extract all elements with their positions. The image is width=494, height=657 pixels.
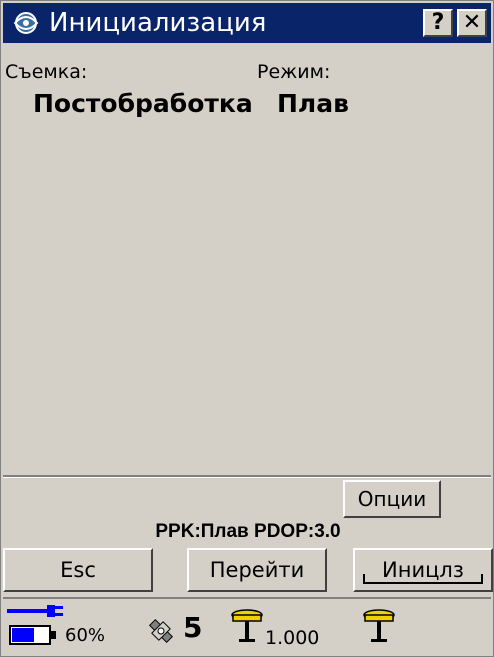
mode-label: Режим:	[257, 61, 331, 83]
survey-value: Постобработка	[33, 89, 253, 118]
app-icon	[13, 12, 39, 34]
title-bar: Инициализация ? ✕	[3, 3, 491, 43]
esc-button[interactable]: Esc	[3, 548, 153, 592]
antenna-status-icon	[363, 609, 395, 642]
init-button[interactable]: Иницлз	[353, 548, 493, 592]
antenna-height: 1.000	[265, 627, 320, 649]
go-button[interactable]: Перейти	[187, 548, 327, 592]
status-line: PPK:Плав PDOP:3.0	[155, 521, 341, 542]
status-bar: 60% 5 1.000	[3, 597, 491, 656]
divider	[3, 475, 491, 478]
power-plug-icon	[7, 605, 63, 617]
antenna-icon	[231, 609, 263, 642]
battery-percent: 60%	[65, 625, 106, 646]
mode-value: Плав	[277, 89, 349, 118]
content-area: Съемка: Постобработка Режим: Плав	[3, 45, 491, 474]
help-button[interactable]: ?	[423, 9, 453, 37]
battery-icon	[9, 625, 56, 645]
satellite-count: 5	[183, 611, 203, 644]
options-button[interactable]: Опции	[343, 480, 441, 518]
window-title: Инициализация	[49, 8, 267, 38]
survey-label: Съемка:	[5, 61, 88, 83]
window: Инициализация ? ✕ Съемка: Постобработка …	[0, 0, 494, 657]
satellite-icon	[148, 618, 174, 644]
close-button[interactable]: ✕	[457, 9, 487, 37]
